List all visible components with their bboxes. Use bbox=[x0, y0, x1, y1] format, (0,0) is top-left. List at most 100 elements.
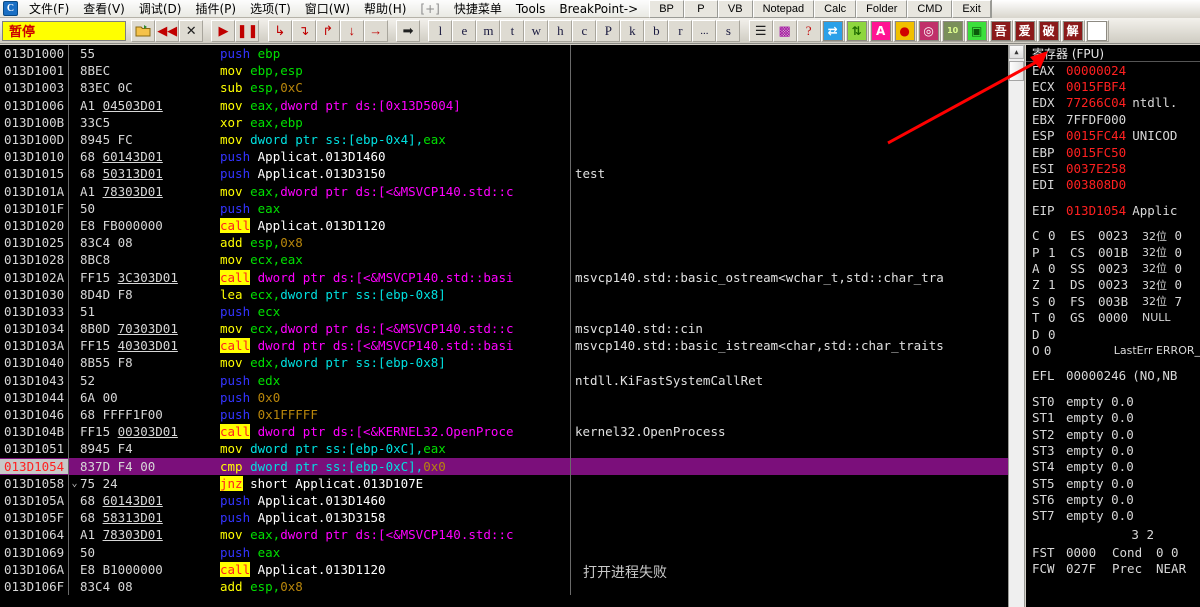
disasm-row[interactable]: 013D101F 50 push eax bbox=[0, 199, 1008, 217]
toolbar-window-m-button[interactable]: m bbox=[476, 19, 501, 42]
menu-button-exit[interactable]: Exit bbox=[952, 0, 991, 18]
disasm-row[interactable]: 013D1069 50 push eax bbox=[0, 543, 1008, 561]
disasm-row[interactable]: 013D1006 A1 04503D01 mov eax,dword ptr ds:… bbox=[0, 96, 1008, 114]
disasm-row[interactable]: 013D105A 68 60143D01 push Applicat.013D146… bbox=[0, 491, 1008, 510]
disasm-row[interactable]: 013D1025 83C4 08 add esp,0x8 bbox=[0, 234, 1008, 252]
fpu-row-st4[interactable]: ST4 empty 0.0 bbox=[1026, 459, 1200, 475]
menu-button-vb[interactable]: VB bbox=[717, 0, 753, 18]
menu-item-8[interactable]: 快捷菜单 bbox=[447, 0, 509, 18]
disasm-row[interactable]: 013D100D 8945 FC mov dword ptr ss:[ebp-0x4… bbox=[0, 130, 1008, 149]
fpu-control-fst[interactable]: FST 0000 Cond 0 0 bbox=[1026, 544, 1200, 560]
toolbar-window-P-button[interactable]: P bbox=[596, 19, 621, 42]
disasm-row[interactable]: 013D1054 837D F4 00 cmp dword ptr ss:[ebp-… bbox=[0, 457, 1008, 475]
menu-item-6[interactable]: 帮助(H) bbox=[357, 0, 413, 18]
pattern-icon[interactable]: ▩ bbox=[772, 19, 797, 42]
close-icon[interactable]: ✕ bbox=[179, 19, 204, 42]
list-icon[interactable]: ☰ bbox=[748, 19, 773, 42]
step-into-alt-icon[interactable]: ↱ bbox=[315, 19, 340, 42]
toolbar-window-c-button[interactable]: c bbox=[572, 19, 597, 42]
disasm-row[interactable]: 013D1020 E8 FB000000 call Applicat.013D112… bbox=[0, 216, 1008, 235]
swap-icon[interactable]: ⇄ bbox=[820, 19, 845, 42]
menu-button-cmd[interactable]: CMD bbox=[907, 0, 953, 18]
ascii-icon[interactable]: A bbox=[868, 19, 893, 42]
disasm-row[interactable]: 013D1044 6A 00 push 0x0 bbox=[0, 388, 1008, 406]
disasm-row[interactable]: 013D1034 8B0D 70303D01 mov ecx,dword ptr d… bbox=[0, 320, 1008, 338]
menu-button-p[interactable]: P bbox=[683, 0, 718, 18]
disasm-row[interactable]: 013D1000 55 push ebp bbox=[0, 45, 1008, 63]
toolbar-window-more-button[interactable]: ... bbox=[692, 19, 717, 42]
updown-icon[interactable]: ⇅ bbox=[844, 19, 869, 42]
register-eax[interactable]: EAX 00000024 bbox=[1026, 62, 1200, 78]
disasm-row[interactable]: 013D106F 83C4 08 add esp,0x8 bbox=[0, 577, 1008, 595]
menu-item-1[interactable]: 查看(V) bbox=[76, 0, 132, 18]
menu-button-bp[interactable]: BP bbox=[649, 0, 684, 18]
flag-row-t[interactable]: T 0 GS 0000 NULL bbox=[1026, 309, 1200, 325]
step-out-icon[interactable]: ↓ bbox=[339, 19, 364, 42]
help-icon[interactable]: ? bbox=[796, 19, 821, 42]
fpu-row-st7[interactable]: ST7 empty 0.0 bbox=[1026, 508, 1200, 524]
record-icon[interactable]: ● bbox=[892, 19, 917, 42]
fpu-row-st3[interactable]: ST3 empty 0.0 bbox=[1026, 442, 1200, 458]
disasm-row[interactable]: 013D1030 8D4D F8 lea ecx,dword ptr ss:[ebp… bbox=[0, 285, 1008, 303]
disasm-row[interactable]: 013D1058 ⌄ 75 24 jnz short Applicat.013D107… bbox=[0, 474, 1008, 492]
disasm-row[interactable]: 013D102A FF15 3C303D01 call dword ptr ds:[… bbox=[0, 268, 1008, 286]
disasm-row[interactable]: 013D1028 8BC8 mov ecx,eax bbox=[0, 251, 1008, 269]
register-edx[interactable]: EDX 77266C04 ntdll. bbox=[1026, 95, 1200, 111]
flag-row-s[interactable]: S 0 FS 003B 32位 7 bbox=[1026, 293, 1200, 309]
flag-row-p[interactable]: P 1 CS 001B 32位 0 bbox=[1026, 244, 1200, 260]
disasm-row[interactable]: 013D1040 8B55 F8 mov edx,dword ptr ss:[ebp… bbox=[0, 354, 1008, 372]
disasm-row[interactable]: 013D106A E8 B1000000 call Applicat.013D112… bbox=[0, 560, 1008, 578]
menu-button-notepad[interactable]: Notepad bbox=[752, 0, 815, 18]
disasm-row[interactable]: 013D1015 68 50313D01 push Applicat.013D315… bbox=[0, 165, 1008, 183]
blank-icon[interactable] bbox=[1084, 19, 1109, 42]
disasm-row[interactable]: 013D103A FF15 40303D01 call dword ptr ds:[… bbox=[0, 337, 1008, 355]
flag-row-z[interactable]: Z 1 DS 0023 32位 0 bbox=[1026, 277, 1200, 293]
register-eip[interactable]: EIP 013D1054 Applic bbox=[1026, 202, 1200, 218]
vertical-scrollbar[interactable]: ▲ bbox=[1008, 45, 1025, 607]
register-edi[interactable]: EDI 003808D0 bbox=[1026, 177, 1200, 193]
register-ecx[interactable]: ECX 0015FBF4 bbox=[1026, 78, 1200, 94]
menu-button-folder[interactable]: Folder bbox=[856, 0, 908, 18]
menu-item-2[interactable]: 调试(D) bbox=[132, 0, 189, 18]
fpu-control-fcw[interactable]: FCW 027F Prec NEAR bbox=[1026, 561, 1200, 577]
scroll-up-arrow-icon[interactable]: ▲ bbox=[1009, 45, 1024, 59]
toolbar-window-s-button[interactable]: s bbox=[716, 19, 741, 42]
toolbar-window-r-button[interactable]: r bbox=[668, 19, 693, 42]
register-ebx[interactable]: EBX 7FFDF000 bbox=[1026, 111, 1200, 127]
registers-pane[interactable]: 寄存器 (FPU) EAX 00000024 ECX 0015FBF4 EDX 77266… bbox=[1026, 45, 1200, 607]
open-folder-icon[interactable] bbox=[131, 19, 156, 42]
toolbar-window-w-button[interactable]: w bbox=[524, 19, 549, 42]
flag-row-a[interactable]: A 0 SS 0023 32位 0 bbox=[1026, 260, 1200, 276]
toolbar-window-l-button[interactable]: l bbox=[428, 19, 453, 42]
disasm-row[interactable]: 013D1064 A1 78303D01 mov eax,dword ptr ds:… bbox=[0, 526, 1008, 544]
fpu-row-st1[interactable]: ST1 empty 0.0 bbox=[1026, 409, 1200, 425]
flag-row-c[interactable]: C 0 ES 0023 32位 0 bbox=[1026, 228, 1200, 244]
disasm-row[interactable]: 013D1010 68 60143D01 push Applicat.013D146… bbox=[0, 148, 1008, 166]
disasm-row[interactable]: 013D100B 33C5 xor eax,ebp bbox=[0, 113, 1008, 131]
toolbar-window-e-button[interactable]: e bbox=[452, 19, 477, 42]
fpu-row-st6[interactable]: ST6 empty 0.0 bbox=[1026, 491, 1200, 507]
flag-row-o[interactable]: O 0 LastErr ERROR_ bbox=[1026, 342, 1200, 358]
disasm-row[interactable]: 013D1046 68 FFFF1F00 push 0x1FFFFF bbox=[0, 405, 1008, 424]
pause-icon[interactable]: ❚❚ bbox=[235, 19, 260, 42]
calc-icon[interactable]: ▣ bbox=[964, 19, 989, 42]
register-esi[interactable]: ESI 0037E258 bbox=[1026, 160, 1200, 176]
register-esp[interactable]: ESP 0015FC44 UNICOD bbox=[1026, 128, 1200, 144]
toolbar-window-k-button[interactable]: k bbox=[620, 19, 645, 42]
menu-item-4[interactable]: 选项(T) bbox=[243, 0, 298, 18]
register-efl[interactable]: EFL 00000246 (NO,NB bbox=[1026, 368, 1200, 384]
toolbar-window-t-button[interactable]: t bbox=[500, 19, 525, 42]
fpu-row-st2[interactable]: ST2 empty 0.0 bbox=[1026, 426, 1200, 442]
binary-icon[interactable]: 10 bbox=[940, 19, 965, 42]
execute-till-return-icon[interactable]: → bbox=[363, 19, 388, 42]
step-into-icon[interactable]: ↳ bbox=[267, 19, 292, 42]
target-icon[interactable]: ◎ bbox=[916, 19, 941, 42]
menu-item-5[interactable]: 窗口(W) bbox=[298, 0, 357, 18]
disassembly-pane[interactable]: 013D1000 55 push ebp 013D1001 8BEC mov ebp,es… bbox=[0, 45, 1008, 607]
wu-icon[interactable]: 吾 bbox=[988, 19, 1013, 42]
scroll-thumb[interactable] bbox=[1009, 61, 1024, 81]
disasm-row[interactable]: 013D1003 83EC 0C sub esp,0xC bbox=[0, 79, 1008, 97]
register-ebp[interactable]: EBP 0015FC50 bbox=[1026, 144, 1200, 160]
menu-button-calc[interactable]: Calc bbox=[814, 0, 857, 18]
jie-icon[interactable]: 解 bbox=[1060, 19, 1085, 42]
